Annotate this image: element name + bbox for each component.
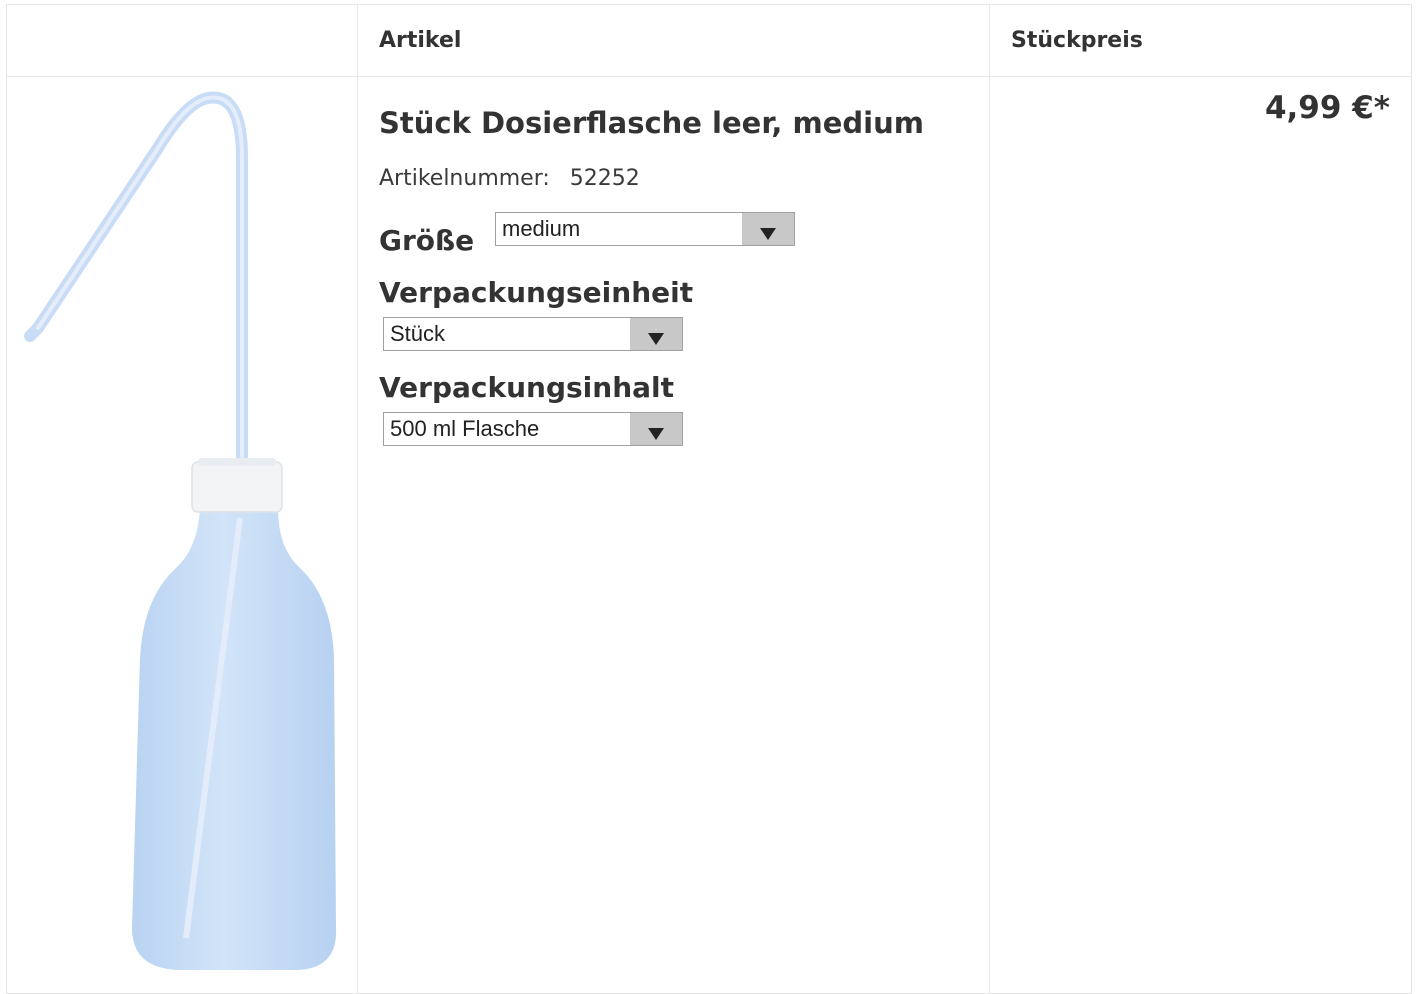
size-select-value: medium [502, 216, 581, 241]
column-divider-price [989, 4, 990, 994]
packaging-content-select[interactable]: 500 ml Flasche [383, 412, 683, 446]
packaging-unit-select-arrow[interactable] [630, 318, 682, 350]
size-select-arrow[interactable] [742, 213, 794, 245]
chevron-down-icon [648, 428, 664, 440]
option-label-size: Größe [379, 224, 475, 257]
packaging-content-select-arrow[interactable] [630, 413, 682, 445]
column-header-unit-price: Stückpreis [1011, 28, 1143, 53]
column-header-article: Artikel [379, 28, 462, 53]
option-label-packaging-unit: Verpackungseinheit [379, 276, 694, 309]
size-select[interactable]: medium [495, 212, 795, 246]
packaging-unit-select-value: Stück [390, 321, 446, 346]
chevron-down-icon [760, 228, 776, 240]
product-image[interactable] [8, 78, 356, 986]
option-label-packaging-content: Verpackungsinhalt [379, 371, 675, 404]
header-divider [6, 76, 1412, 77]
column-divider-image [357, 4, 358, 994]
product-title[interactable]: Stück Dosierflasche leer, medium [379, 106, 924, 140]
article-number-row: Artikelnummer: 52252 [379, 166, 640, 191]
wash-bottle-image [24, 91, 337, 970]
packaging-unit-select[interactable]: Stück [383, 317, 683, 351]
unit-price: 4,99 €* [1264, 90, 1390, 126]
packaging-content-select-value: 500 ml Flasche [390, 416, 540, 441]
chevron-down-icon [648, 333, 664, 345]
article-number-value: 52252 [569, 166, 640, 191]
article-number-label: Artikelnummer: [379, 166, 550, 191]
